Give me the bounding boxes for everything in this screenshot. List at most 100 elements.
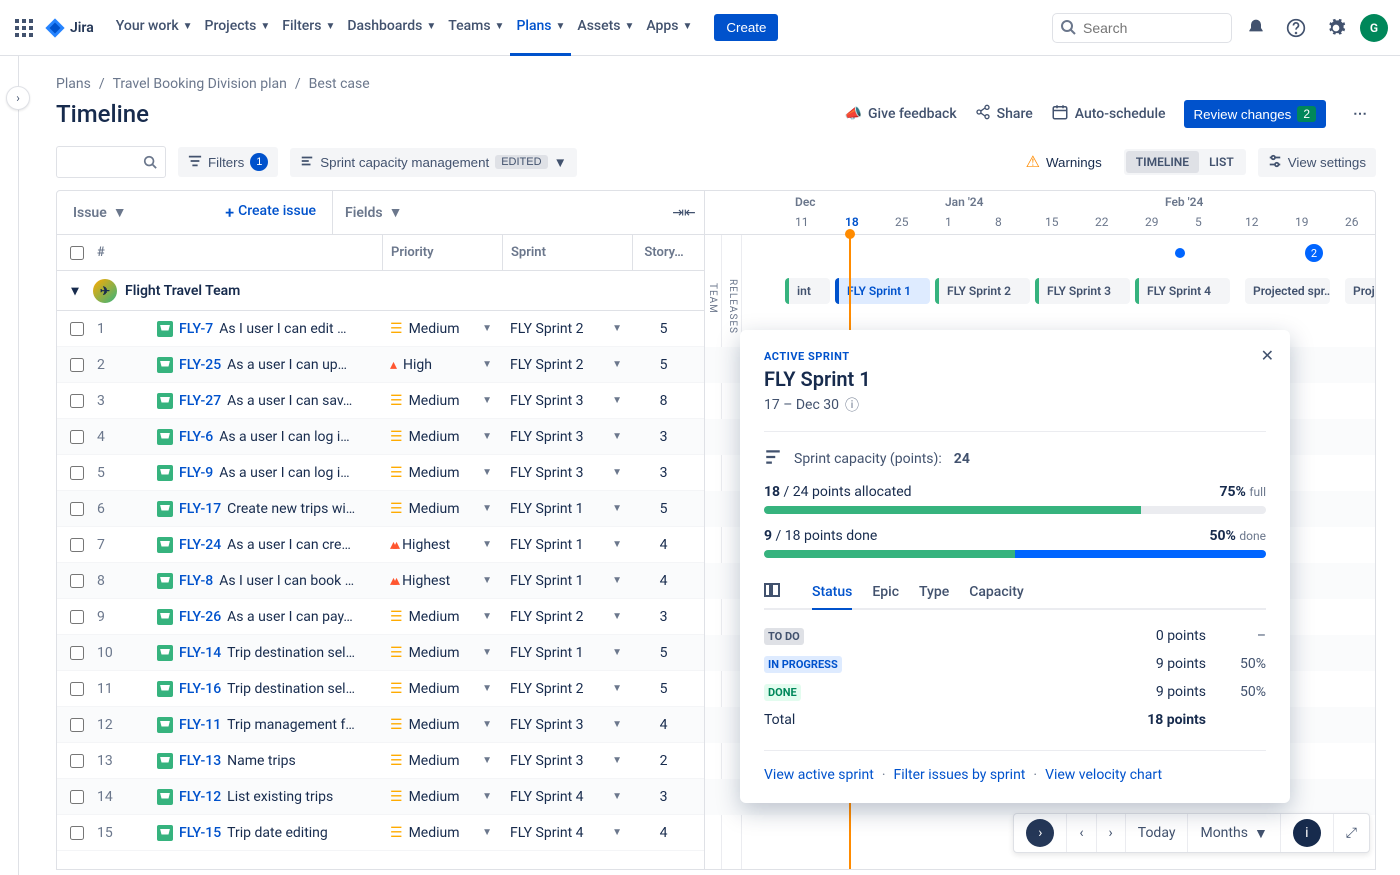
chevron-down-icon[interactable]: ▼: [612, 467, 622, 478]
legend-button[interactable]: i: [1281, 814, 1334, 852]
close-icon[interactable]: ✕: [1261, 346, 1274, 365]
priority-cell[interactable]: ☰Medium▼: [382, 609, 502, 625]
search-input[interactable]: [1052, 13, 1232, 43]
row-checkbox[interactable]: [70, 538, 84, 552]
filter-by-sprint-link[interactable]: Filter issues by sprint: [893, 767, 1025, 783]
collapse-toggle-icon[interactable]: ▾: [57, 283, 93, 299]
breadcrumb-item[interactable]: Travel Booking Division plan: [113, 76, 287, 92]
tab-type[interactable]: Type: [919, 576, 949, 610]
timeline-toggle[interactable]: TIMELINE: [1126, 151, 1199, 173]
table-row[interactable]: 6 FLY-17 Create new trips wi… ☰Medium▼ F…: [57, 491, 704, 527]
issue-key[interactable]: FLY-11: [179, 717, 221, 733]
issue-key[interactable]: FLY-6: [179, 429, 213, 445]
sprint-cell[interactable]: FLY Sprint 1▼: [502, 645, 632, 661]
tab-status[interactable]: Status: [812, 576, 852, 610]
share-button[interactable]: Share: [975, 104, 1033, 124]
chevron-down-icon[interactable]: ▼: [482, 539, 492, 550]
table-row[interactable]: 4 FLY-6 As a user I can log i… ☰Medium▼ …: [57, 419, 704, 455]
chevron-down-icon[interactable]: ▼: [612, 683, 622, 694]
chevron-down-icon[interactable]: ▼: [612, 611, 622, 622]
sprint-cell[interactable]: FLY Sprint 3▼: [502, 429, 632, 445]
priority-cell[interactable]: ☰Medium▼: [382, 717, 502, 733]
collapse-columns-button[interactable]: ⇥⇤: [664, 205, 704, 221]
issue-key[interactable]: FLY-26: [179, 609, 221, 625]
chevron-down-icon[interactable]: ▼: [612, 503, 622, 514]
issue-key[interactable]: FLY-27: [179, 393, 221, 409]
table-row[interactable]: 2 FLY-25 As a user I can up… ▴High▼ FLY …: [57, 347, 704, 383]
chevron-down-icon[interactable]: ▼: [482, 503, 492, 514]
nav-item-projects[interactable]: Projects▼: [199, 0, 277, 56]
table-row[interactable]: 9 FLY-26 As a user I can pay… ☰Medium▼ F…: [57, 599, 704, 635]
app-switcher-icon[interactable]: [12, 16, 36, 40]
sprint-cell[interactable]: FLY Sprint 1▼: [502, 573, 632, 589]
chevron-down-icon[interactable]: ▼: [113, 204, 127, 221]
row-checkbox[interactable]: [70, 394, 84, 408]
sprint-cell[interactable]: FLY Sprint 2▼: [502, 681, 632, 697]
chevron-down-icon[interactable]: ▼: [612, 719, 622, 730]
nav-item-dashboards[interactable]: Dashboards▼: [341, 0, 442, 56]
row-checkbox[interactable]: [70, 502, 84, 516]
issue-key[interactable]: FLY-9: [179, 465, 213, 481]
priority-cell[interactable]: ☰Medium▼: [382, 321, 502, 337]
row-checkbox[interactable]: [70, 826, 84, 840]
table-row[interactable]: 15 FLY-15 Trip date editing ☰Medium▼ FLY…: [57, 815, 704, 851]
sprint-capacity-button[interactable]: Sprint capacity management EDITED ▼: [290, 148, 576, 177]
chevron-down-icon[interactable]: ▼: [612, 323, 622, 334]
create-issue-button[interactable]: + Create issue: [225, 203, 316, 222]
sprint-cell[interactable]: FLY Sprint 2▼: [502, 357, 632, 373]
sprint-chip[interactable]: FLY Sprint 4: [1135, 278, 1230, 304]
sprint-cell[interactable]: FLY Sprint 1▼: [502, 501, 632, 517]
priority-cell[interactable]: ☰Medium▼: [382, 465, 502, 481]
chevron-down-icon[interactable]: ▼: [482, 431, 492, 442]
priority-cell[interactable]: ☰Medium▼: [382, 501, 502, 517]
sprint-chip[interactable]: FLY Sprint 3: [1035, 278, 1130, 304]
fields-header[interactable]: Fields: [345, 205, 383, 221]
row-checkbox[interactable]: [70, 790, 84, 804]
view-settings-button[interactable]: View settings: [1258, 148, 1376, 177]
tab-epic[interactable]: Epic: [872, 576, 899, 610]
create-button[interactable]: Create: [714, 14, 778, 41]
issue-key[interactable]: FLY-17: [179, 501, 221, 517]
chevron-down-icon[interactable]: ▼: [482, 719, 492, 730]
chevron-down-icon[interactable]: ▼: [612, 647, 622, 658]
row-checkbox[interactable]: [70, 466, 84, 480]
breadcrumb-item[interactable]: Plans: [56, 76, 91, 92]
notifications-icon[interactable]: [1240, 12, 1272, 44]
release-marker[interactable]: [1175, 248, 1185, 258]
list-toggle[interactable]: LIST: [1199, 151, 1244, 173]
view-active-sprint-link[interactable]: View active sprint: [764, 767, 874, 783]
chevron-down-icon[interactable]: ▼: [389, 204, 403, 221]
chevron-down-icon[interactable]: ▼: [482, 575, 492, 586]
breadcrumb-item[interactable]: Best case: [309, 76, 370, 92]
chevron-down-icon[interactable]: ▼: [482, 827, 492, 838]
table-row[interactable]: 7 FLY-24 As a user I can cre… ▴▴Highest▼…: [57, 527, 704, 563]
layout-icon[interactable]: [764, 582, 780, 602]
sprint-cell[interactable]: FLY Sprint 3▼: [502, 465, 632, 481]
warnings-button[interactable]: ⚠ Warnings: [1016, 146, 1112, 178]
priority-cell[interactable]: ☰Medium▼: [382, 753, 502, 769]
table-row[interactable]: 10 FLY-14 Trip destination sel… ☰Medium▼…: [57, 635, 704, 671]
filters-button[interactable]: Filters 1: [178, 147, 278, 177]
scroll-right[interactable]: ›: [1097, 814, 1126, 852]
row-checkbox[interactable]: [70, 718, 84, 732]
sidebar-expand-icon[interactable]: ›: [6, 86, 30, 110]
sprint-cell[interactable]: FLY Sprint 3▼: [502, 753, 632, 769]
table-row[interactable]: 11 FLY-16 Trip destination sel… ☰Medium▼…: [57, 671, 704, 707]
chevron-down-icon[interactable]: ▼: [482, 323, 492, 334]
issue-key[interactable]: FLY-13: [179, 753, 221, 769]
nav-item-filters[interactable]: Filters▼: [276, 0, 341, 56]
priority-cell[interactable]: ☰Medium▼: [382, 789, 502, 805]
more-actions-button[interactable]: ⋯: [1344, 98, 1376, 130]
issue-key[interactable]: FLY-7: [179, 321, 213, 337]
auto-schedule-button[interactable]: Auto-schedule: [1051, 103, 1166, 125]
release-count-badge[interactable]: 2: [1305, 244, 1323, 262]
sprint-cell[interactable]: FLY Sprint 4▼: [502, 789, 632, 805]
scroll-left[interactable]: ‹: [1067, 814, 1096, 852]
issue-key[interactable]: FLY-12: [179, 789, 221, 805]
sprint-chip[interactable]: int: [785, 278, 830, 304]
chevron-down-icon[interactable]: ▼: [612, 755, 622, 766]
sprint-chip[interactable]: Projected spr…: [1345, 278, 1375, 304]
chevron-down-icon[interactable]: ▼: [612, 791, 622, 802]
nav-item-apps[interactable]: Apps▼: [640, 0, 698, 56]
review-changes-button[interactable]: Review changes 2: [1184, 100, 1326, 128]
